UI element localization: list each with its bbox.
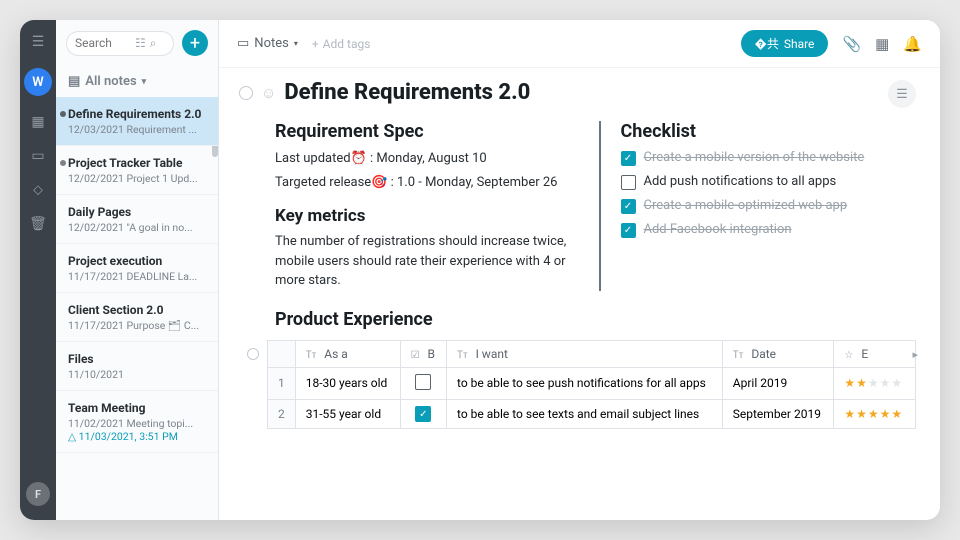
chevron-down-icon: ▾	[142, 77, 147, 87]
content-area: ▭ Notes ▾ + Add tags �共 Share 📎 ▦ 🔔 ☰ ☺ …	[219, 20, 940, 520]
bell-icon[interactable]: 🔔	[903, 35, 922, 53]
checklist-item[interactable]: Add push notifications to all apps	[621, 174, 917, 190]
add-tags-label: Add tags	[323, 37, 371, 51]
metrics-heading: Key metrics	[275, 206, 571, 226]
table-wrapper: ▸ TᴛAs a☑BTᴛI wantTᴛDate☆E 1 18-30 years…	[251, 340, 916, 430]
metrics-body: The number of registrations should incre…	[275, 232, 571, 291]
note-item[interactable]: Define Requirements 2.012/03/2021 Requir…	[56, 97, 218, 146]
left-rail: ☰ W ▦ ▭ ⬦ 🗑 F	[20, 20, 56, 520]
spec-heading: Requirement Spec	[275, 121, 571, 142]
add-tags-button[interactable]: + Add tags	[312, 37, 371, 51]
status-circle-icon[interactable]	[239, 86, 253, 100]
notes-stack-icon: ▤	[68, 74, 80, 89]
search-input[interactable]	[75, 36, 135, 50]
document: ☰ ☺ Define Requirements 2.0 Requirement …	[219, 68, 940, 520]
doc-menu-button[interactable]: ☰	[888, 80, 916, 108]
table-header[interactable]: TᴛAs a	[295, 340, 400, 367]
topbar: ▭ Notes ▾ + Add tags �共 Share 📎 ▦ 🔔	[219, 20, 940, 68]
breadcrumb[interactable]: ▭ Notes ▾	[237, 36, 298, 51]
table-header[interactable]: ☑B	[400, 340, 446, 367]
doc-title: Define Requirements 2.0	[284, 80, 530, 105]
checklist-heading: Checklist	[621, 121, 917, 142]
note-item[interactable]: Files11/10/2021	[56, 342, 218, 391]
workspace-avatar[interactable]: W	[24, 68, 52, 96]
breadcrumb-label: Notes	[254, 36, 289, 51]
note-item[interactable]: Client Section 2.011/17/2021 Purpose 🗂 C…	[56, 293, 218, 342]
share-label: Share	[784, 37, 815, 51]
checklist-item[interactable]: ✓Create a mobile version of the website	[621, 150, 917, 166]
all-notes-dropdown[interactable]: ▤ All notes ▾	[56, 66, 218, 97]
plus-icon: +	[312, 37, 319, 51]
folder-icon[interactable]: ▭	[31, 148, 44, 164]
checkbox-icon[interactable]: ✓	[621, 151, 636, 166]
checkbox-icon[interactable]: ✓	[415, 406, 431, 422]
spec-release: Targeted release🎯 : 1.0 - Monday, Septem…	[275, 174, 571, 192]
trash-icon[interactable]: 🗑	[29, 216, 47, 232]
all-notes-label: All notes	[85, 74, 136, 89]
apps-icon[interactable]: ▦	[875, 35, 889, 53]
table-row[interactable]: 1 18-30 years old to be able to see push…	[268, 367, 916, 399]
table-header[interactable]: TᴛI want	[447, 340, 723, 367]
checklist-item[interactable]: ✓Create a mobile-optimized web app	[621, 198, 917, 214]
experience-table: TᴛAs a☑BTᴛI wantTᴛDate☆E 1 18-30 years o…	[267, 340, 916, 430]
add-note-button[interactable]: +	[182, 30, 208, 56]
emoji-picker-icon[interactable]: ☺	[261, 84, 276, 102]
checkbox-icon[interactable]	[621, 175, 636, 190]
note-item[interactable]: Team Meeting11/02/2021 Meeting topi...△ …	[56, 391, 218, 453]
folder-icon: ▭	[237, 36, 249, 51]
grid-icon[interactable]: ▦	[31, 114, 44, 130]
spec-updated: Last updated⏰ : Monday, August 10	[275, 150, 571, 168]
note-item[interactable]: Project Tracker Table12/02/2021 Project …	[56, 146, 218, 195]
share-icon: �共	[755, 35, 779, 52]
tag-icon[interactable]: ⬦	[33, 182, 43, 198]
share-button[interactable]: �共 Share	[741, 30, 829, 57]
user-avatar[interactable]: F	[26, 482, 50, 506]
filter-icon[interactable]: ☷	[135, 36, 146, 51]
checkbox-icon[interactable]: ✓	[621, 199, 636, 214]
note-item[interactable]: Daily Pages12/02/2021 "A goal in no...	[56, 195, 218, 244]
note-item[interactable]: Project execution11/17/2021 DEADLINE La.…	[56, 244, 218, 293]
note-list: Define Requirements 2.012/03/2021 Requir…	[56, 97, 218, 520]
checklist-item[interactable]: ✓Add Facebook integration	[621, 222, 917, 238]
table-handle-icon[interactable]	[247, 348, 259, 360]
search-box[interactable]: ☷⌕	[66, 31, 174, 56]
experience-heading: Product Experience	[275, 309, 916, 330]
search-icon[interactable]: ⌕	[150, 36, 157, 51]
table-row[interactable]: 2 31-55 year old ✓ to be able to see tex…	[268, 399, 916, 429]
menu-icon[interactable]: ☰	[32, 34, 45, 50]
chevron-down-icon: ▾	[294, 39, 298, 48]
checkbox-icon[interactable]: ✓	[621, 223, 636, 238]
table-header[interactable]: TᴛDate	[722, 340, 834, 367]
sidebar: ☷⌕ + ▤ All notes ▾ Define Requirements 2…	[56, 20, 219, 520]
table-header[interactable]: ☆E	[834, 340, 916, 367]
checkbox-icon[interactable]	[415, 374, 431, 390]
attachment-icon[interactable]: 📎	[842, 35, 861, 53]
